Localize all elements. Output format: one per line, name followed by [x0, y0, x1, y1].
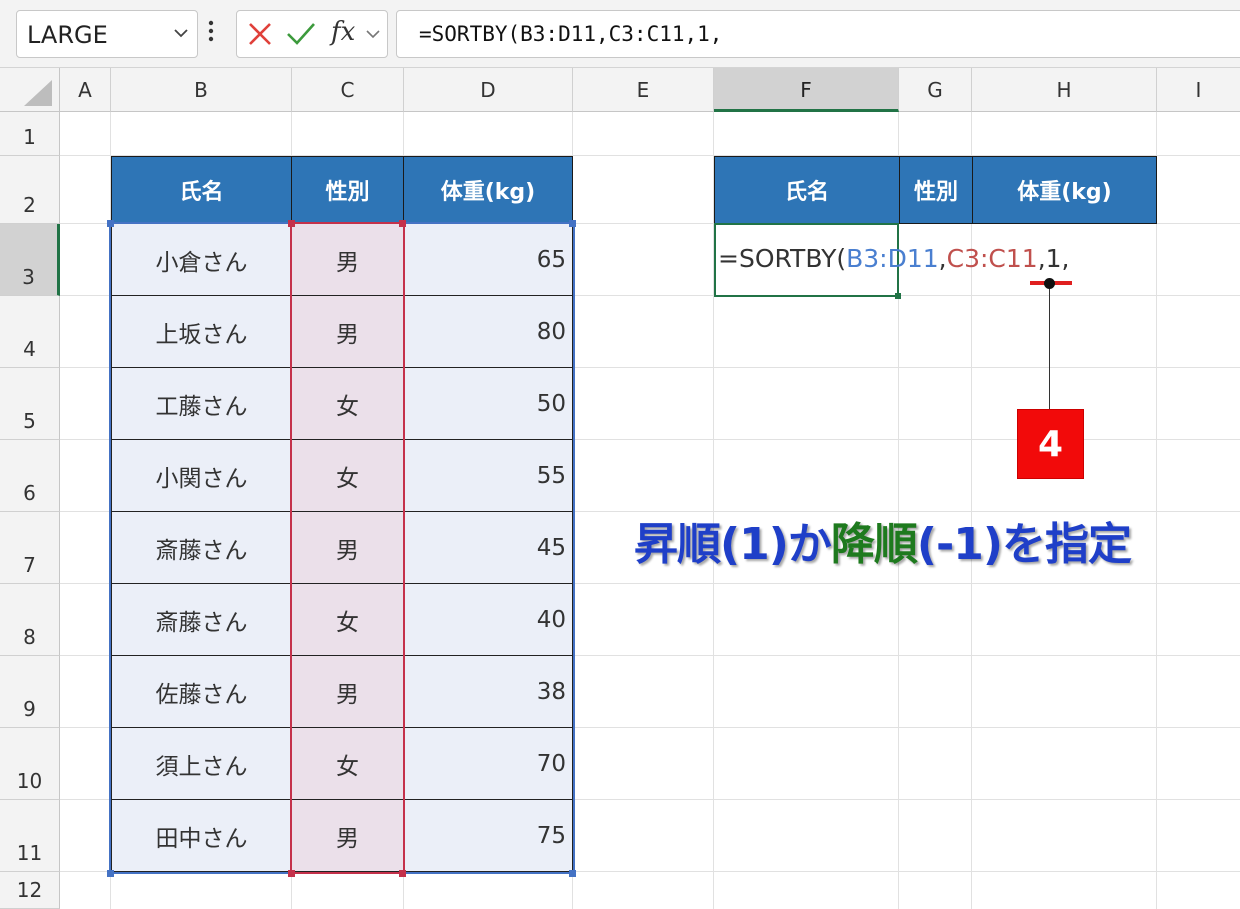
- table-cell-name[interactable]: 工藤さん: [111, 368, 292, 440]
- result-header-gender[interactable]: 性別: [899, 156, 973, 224]
- range-handle[interactable]: [569, 220, 576, 227]
- formula-separator: ,: [938, 244, 947, 273]
- row-header-3[interactable]: 3: [0, 224, 60, 296]
- formula-suffix: ,1,: [1037, 244, 1070, 273]
- table-cell-weight[interactable]: 80: [404, 296, 573, 368]
- formula-bar: LARGE fx =SORTBY(B3:D11,C3:C11,1,: [0, 0, 1240, 68]
- formula-range-1: B3:D11: [846, 244, 939, 273]
- table-cell-name[interactable]: 上坂さん: [111, 296, 292, 368]
- column-header-h[interactable]: H: [972, 68, 1157, 112]
- row-header-4[interactable]: 4: [0, 296, 60, 368]
- table-cell-gender[interactable]: 女: [292, 440, 404, 512]
- table-cell-weight[interactable]: 50: [404, 368, 573, 440]
- row-header-7[interactable]: 7: [0, 512, 60, 584]
- headline-ascending: 昇順: [634, 519, 721, 570]
- table-cell-gender[interactable]: 男: [292, 224, 404, 296]
- table-cell-weight[interactable]: 70: [404, 728, 573, 800]
- callout-headline: 昇順(1)か降順(-1)を指定: [634, 508, 1132, 572]
- step-badge: 4: [1017, 409, 1084, 479]
- range-handle[interactable]: [288, 870, 295, 877]
- column-header-d[interactable]: D: [404, 68, 573, 112]
- column-header-e[interactable]: E: [573, 68, 714, 112]
- row-header-5[interactable]: 5: [0, 368, 60, 440]
- range-handle[interactable]: [107, 220, 114, 227]
- formula-range-2: C3:C11: [946, 244, 1038, 273]
- formula-prefix: =SORTBY(: [718, 244, 847, 273]
- column-header-b[interactable]: B: [111, 68, 292, 112]
- column-header-g[interactable]: G: [899, 68, 972, 112]
- table-cell-gender[interactable]: 男: [292, 800, 404, 872]
- chevron-down-icon[interactable]: [365, 25, 381, 49]
- range-handle[interactable]: [107, 870, 114, 877]
- table-cell-name[interactable]: 小関さん: [111, 440, 292, 512]
- callout-line: [1049, 283, 1050, 411]
- headline-ascending-value: (1)か: [720, 519, 832, 570]
- row-header-8[interactable]: 8: [0, 584, 60, 656]
- name-box-value: LARGE: [27, 21, 108, 49]
- formula-text: =SORTBY(B3:D11,C3:C11,1,: [419, 22, 723, 46]
- table-cell-name[interactable]: 田中さん: [111, 800, 292, 872]
- row-header-2[interactable]: 2: [0, 156, 60, 224]
- callout-dot: [1044, 278, 1055, 289]
- table-cell-name[interactable]: 斎藤さん: [111, 584, 292, 656]
- result-header-name[interactable]: 氏名: [714, 156, 900, 224]
- column-header-f[interactable]: F: [714, 68, 899, 112]
- headline-descending: 降順: [830, 519, 918, 570]
- table-cell-weight[interactable]: 40: [404, 584, 573, 656]
- table-cell-gender[interactable]: 男: [292, 656, 404, 728]
- table-cell-name[interactable]: 小倉さん: [111, 224, 292, 296]
- row-header-11[interactable]: 11: [0, 800, 60, 872]
- fill-handle[interactable]: [895, 293, 901, 299]
- cancel-icon[interactable]: [245, 19, 275, 53]
- table-cell-name[interactable]: 佐藤さん: [111, 656, 292, 728]
- name-box[interactable]: LARGE: [16, 10, 198, 58]
- row-header-1[interactable]: 1: [0, 112, 60, 156]
- range-handle[interactable]: [399, 870, 406, 877]
- table-cell-gender[interactable]: 男: [292, 296, 404, 368]
- column-header-a[interactable]: A: [60, 68, 111, 112]
- chevron-down-icon[interactable]: [173, 23, 189, 48]
- table-cell-gender[interactable]: 女: [292, 368, 404, 440]
- table-cell-weight[interactable]: 45: [404, 512, 573, 584]
- range-handle[interactable]: [569, 870, 576, 877]
- result-header-weight[interactable]: 体重(kg): [972, 156, 1157, 224]
- source-header-name[interactable]: 氏名: [111, 156, 292, 224]
- row-header-9[interactable]: 9: [0, 656, 60, 728]
- table-cell-gender[interactable]: 女: [292, 728, 404, 800]
- table-cell-name[interactable]: 須上さん: [111, 728, 292, 800]
- cell-formula-text[interactable]: =SORTBY(B3:D11,C3:C11,1,: [718, 244, 1070, 273]
- row-header-10[interactable]: 10: [0, 728, 60, 800]
- table-cell-weight[interactable]: 38: [404, 656, 573, 728]
- range-handle[interactable]: [399, 220, 406, 227]
- formula-buttons: fx: [236, 10, 388, 58]
- row-header-6[interactable]: 6: [0, 440, 60, 512]
- source-header-weight[interactable]: 体重(kg): [403, 156, 573, 224]
- range-handle[interactable]: [288, 220, 295, 227]
- more-options-icon[interactable]: [207, 18, 215, 49]
- table-cell-weight[interactable]: 65: [404, 224, 573, 296]
- headline-descending-value: (-1)を指定: [916, 519, 1132, 570]
- table-cell-weight[interactable]: 75: [404, 800, 573, 872]
- row-header-12[interactable]: 12: [0, 872, 60, 909]
- select-all-button[interactable]: [0, 68, 60, 112]
- column-header-i[interactable]: I: [1157, 68, 1240, 112]
- table-cell-gender[interactable]: 男: [292, 512, 404, 584]
- table-cell-gender[interactable]: 女: [292, 584, 404, 656]
- source-header-gender[interactable]: 性別: [291, 156, 404, 224]
- table-cell-name[interactable]: 斎藤さん: [111, 512, 292, 584]
- enter-icon[interactable]: [285, 19, 317, 53]
- formula-input[interactable]: =SORTBY(B3:D11,C3:C11,1,: [396, 10, 1240, 58]
- insert-function-icon[interactable]: fx: [331, 17, 355, 47]
- column-header-c[interactable]: C: [292, 68, 404, 112]
- table-cell-weight[interactable]: 55: [404, 440, 573, 512]
